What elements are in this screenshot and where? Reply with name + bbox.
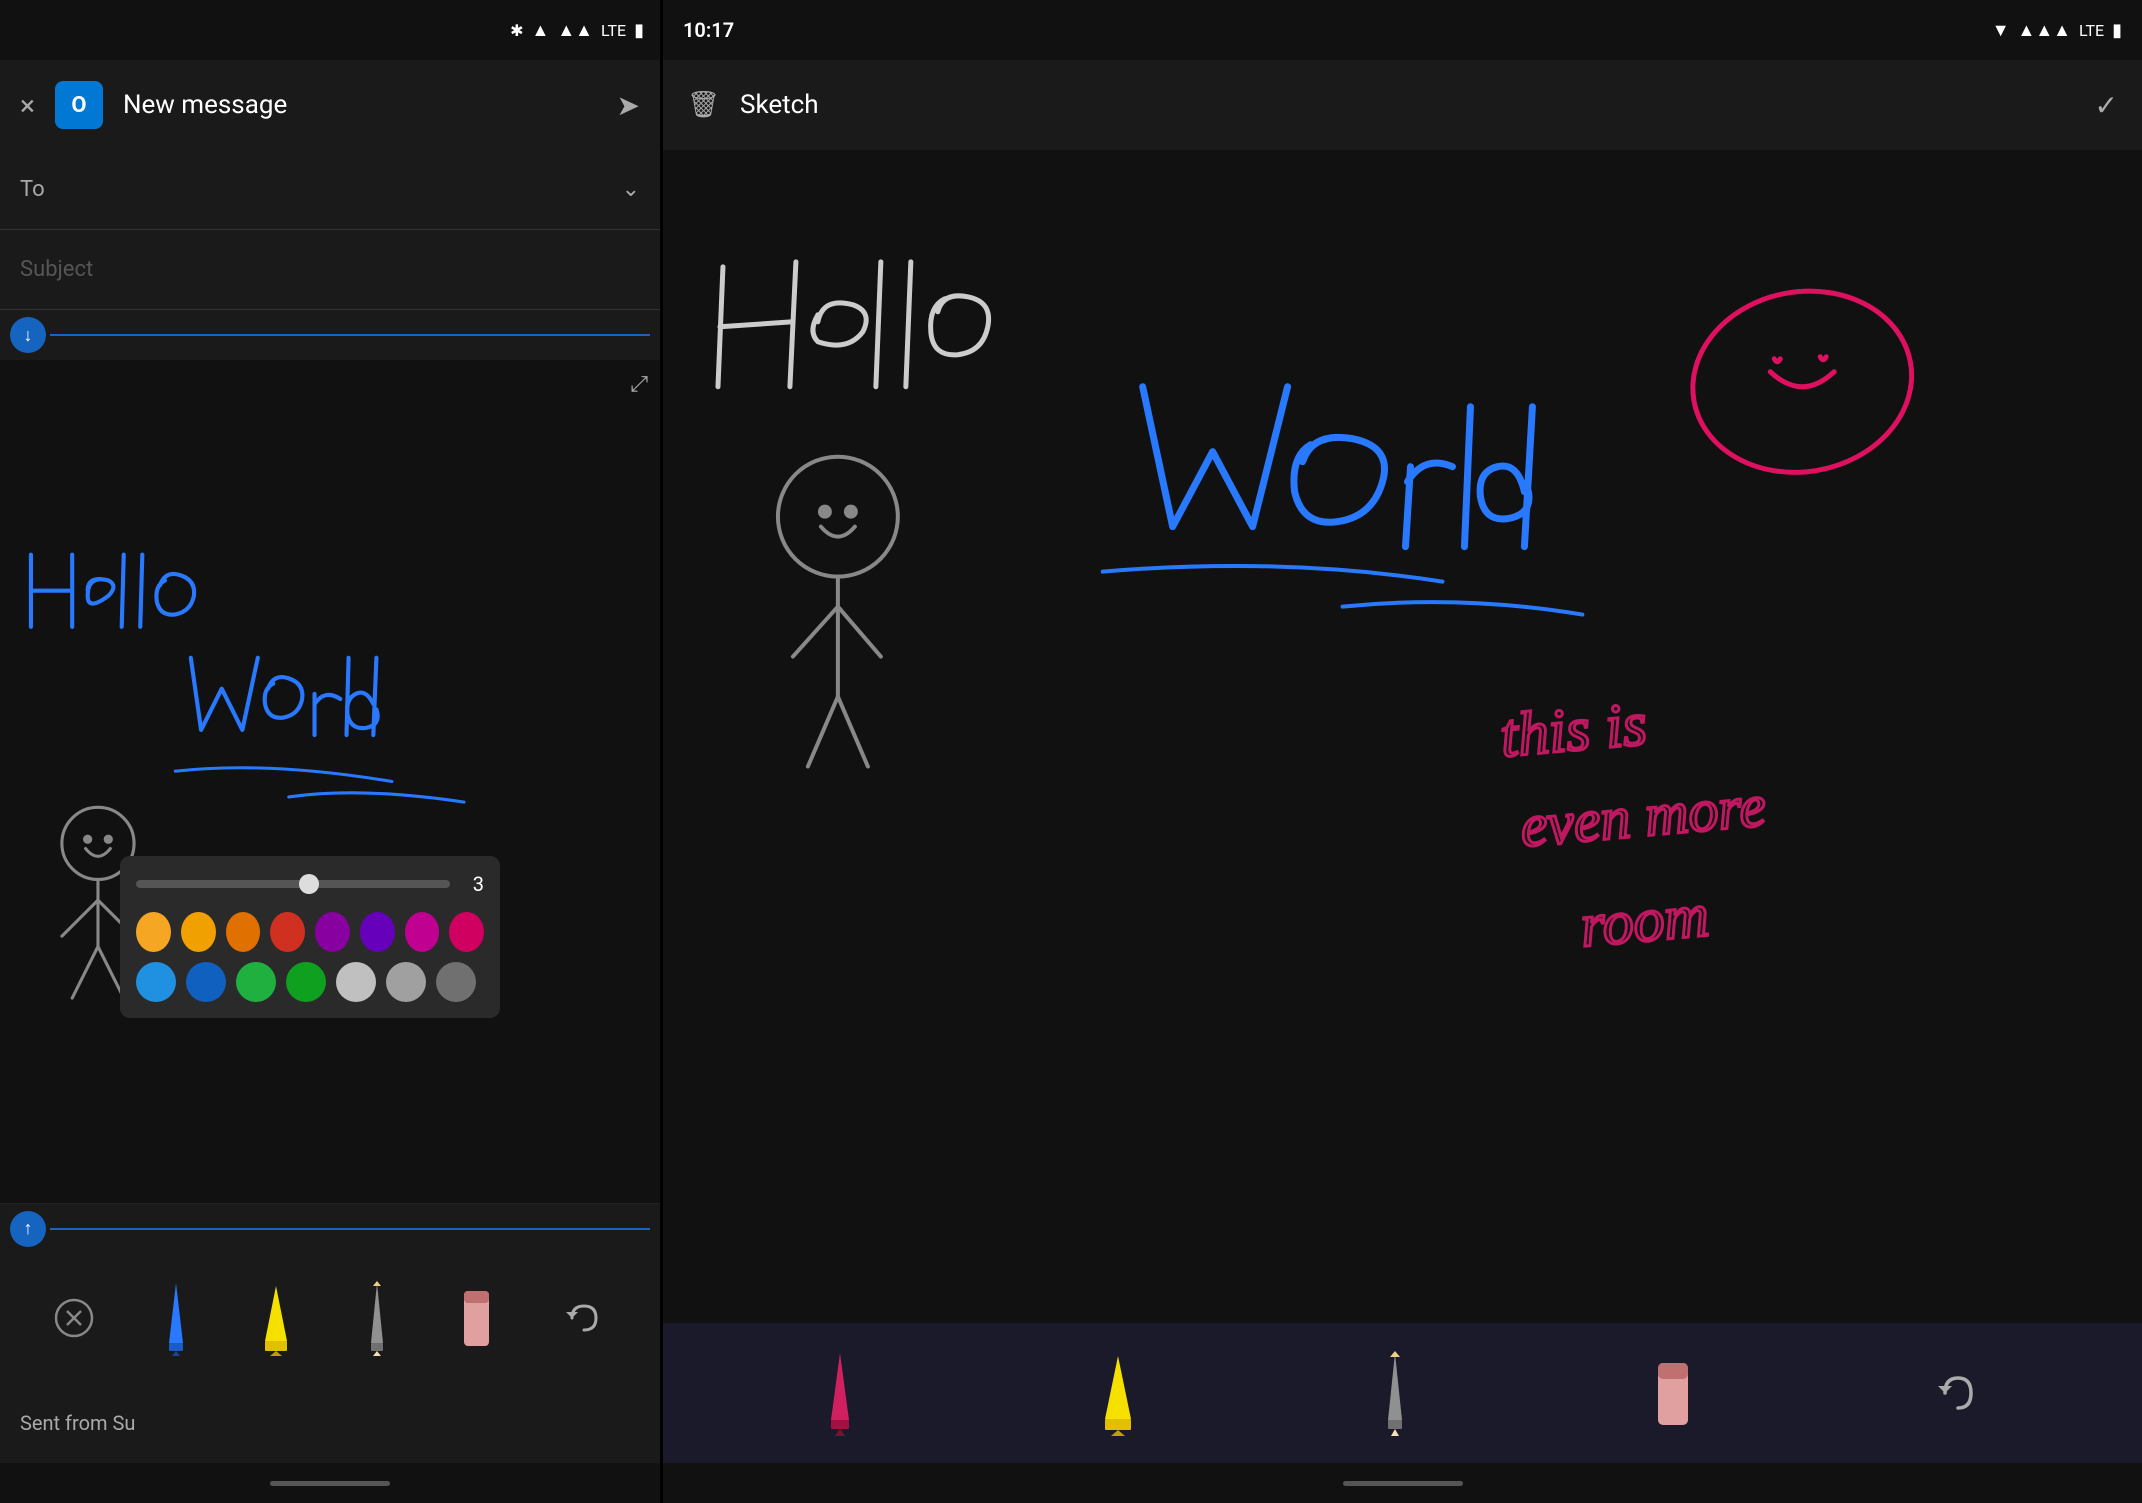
sketch-divider-bottom: ↑ <box>0 1203 660 1253</box>
svg-text:this is: this is <box>1498 690 1650 770</box>
status-icons-right: ▼ ▲▲▲ LTE ▮ <box>1992 20 2122 41</box>
home-indicator <box>270 1481 390 1486</box>
color-swatch-dark-purple[interactable] <box>315 912 350 952</box>
bottom-bar-right <box>663 1463 2142 1503</box>
close-button[interactable]: × <box>20 89 35 122</box>
slider-thumb[interactable] <box>299 874 319 894</box>
color-swatch-light-blue[interactable] <box>136 962 176 1002</box>
sketch-canvas-left[interactable] <box>0 360 660 1203</box>
bottom-bar-left <box>0 1463 660 1503</box>
clear-button[interactable] <box>54 1298 94 1338</box>
bluetooth-icon: ✱ <box>510 21 523 40</box>
pencil-tool-right[interactable] <box>1378 1348 1413 1438</box>
toolbar-left <box>0 1253 660 1383</box>
pen-tool-button[interactable] <box>161 1278 191 1358</box>
color-swatch-dark-gray[interactable] <box>436 962 476 1002</box>
lte-icon: LTE <box>601 21 626 40</box>
confirm-sketch-button[interactable]: ✓ <box>2095 89 2118 122</box>
send-button[interactable]: ➤ <box>617 89 640 122</box>
color-swatch-gray[interactable] <box>386 962 426 1002</box>
highlighter-tool-button[interactable] <box>259 1281 294 1356</box>
color-swatch-green[interactable] <box>286 962 326 1002</box>
divider-line-bottom <box>50 1228 650 1230</box>
email-header-title: New message <box>123 90 597 120</box>
sketch-canvas-right[interactable]: this is even more room <box>663 150 2142 1323</box>
color-swatch-purple[interactable] <box>360 912 395 952</box>
highlighter-tool-right[interactable] <box>1097 1351 1139 1436</box>
svg-text:even more: even more <box>1518 772 1769 859</box>
size-slider[interactable] <box>136 880 450 888</box>
color-row-2 <box>136 962 484 1002</box>
subject-placeholder: Subject <box>20 257 93 282</box>
to-chevron-icon: ⌄ <box>622 177 640 202</box>
left-panel: ✱ ▲ ▲▲ LTE ▮ × O New message ➤ To ⌄ Subj… <box>0 0 660 1503</box>
undo-button-right[interactable] <box>1933 1368 1983 1418</box>
color-swatch-magenta[interactable] <box>405 912 440 952</box>
eraser-tool-right[interactable] <box>1652 1351 1694 1436</box>
email-header: × O New message ➤ <box>0 60 660 150</box>
color-swatch-red[interactable] <box>270 912 305 952</box>
color-swatch-pink[interactable] <box>449 912 484 952</box>
color-picker-popup[interactable]: 3 <box>120 856 500 1018</box>
outlook-logo: O <box>55 81 103 129</box>
svg-text:room: room <box>1578 881 1712 960</box>
collapse-sketch-button[interactable]: ↓ <box>10 317 46 353</box>
sketch-title: Sketch <box>740 90 2075 120</box>
lte-icon-right: LTE <box>2079 21 2104 40</box>
slider-value: 3 <box>460 872 484 896</box>
sketch-area-right[interactable]: this is even more room <box>663 150 2142 1323</box>
color-swatch-orange[interactable] <box>226 912 261 952</box>
battery-icon-right: ▮ <box>2112 20 2122 41</box>
color-row-1 <box>136 912 484 952</box>
to-field[interactable]: To ⌄ <box>0 150 660 230</box>
undo-button[interactable] <box>562 1296 606 1340</box>
wifi-icon-right: ▼ <box>1992 20 2010 41</box>
size-slider-row: 3 <box>136 872 484 896</box>
toolbar-right <box>663 1323 2142 1463</box>
color-swatch-amber[interactable] <box>181 912 216 952</box>
signal-icon-right: ▲▲▲ <box>2018 20 2071 41</box>
status-bar-left: ✱ ▲ ▲▲ LTE ▮ <box>0 0 660 60</box>
sent-from-label: Sent from Su <box>20 1411 135 1435</box>
divider-line <box>50 334 650 336</box>
home-indicator-right <box>1343 1481 1463 1486</box>
color-swatch-dark-blue[interactable] <box>186 962 226 1002</box>
delete-sketch-button[interactable]: 🗑 <box>687 90 720 120</box>
signal-icon: ▲▲ <box>557 20 593 41</box>
color-swatch-light-green[interactable] <box>236 962 276 1002</box>
battery-icon: ▮ <box>634 20 644 41</box>
subject-field[interactable]: Subject <box>0 230 660 310</box>
expand-sketch-button[interactable]: ↑ <box>10 1211 46 1247</box>
sketch-divider-top: ↓ <box>0 310 660 360</box>
time-display: 10:17 <box>683 18 734 42</box>
sent-from-text: Sent from Su <box>0 1383 660 1463</box>
sketch-area-left[interactable]: ⤢ <box>0 360 660 1203</box>
status-bar-right: 10:17 ▼ ▲▲▲ LTE ▮ <box>663 0 2142 60</box>
pen-tool-right[interactable] <box>823 1348 858 1438</box>
wifi-icon: ▲ <box>532 20 550 41</box>
color-swatch-light-gray[interactable] <box>336 962 376 1002</box>
sketch-header: 🗑 Sketch ✓ <box>663 60 2142 150</box>
right-panel: 10:17 ▼ ▲▲▲ LTE ▮ 🗑 Sketch ✓ <box>663 0 2142 1503</box>
color-grid <box>136 912 484 1002</box>
to-label: To <box>20 177 622 202</box>
pencil-tool-button[interactable] <box>362 1278 392 1358</box>
eraser-tool-button[interactable] <box>459 1281 494 1356</box>
color-swatch-yellow[interactable] <box>136 912 171 952</box>
